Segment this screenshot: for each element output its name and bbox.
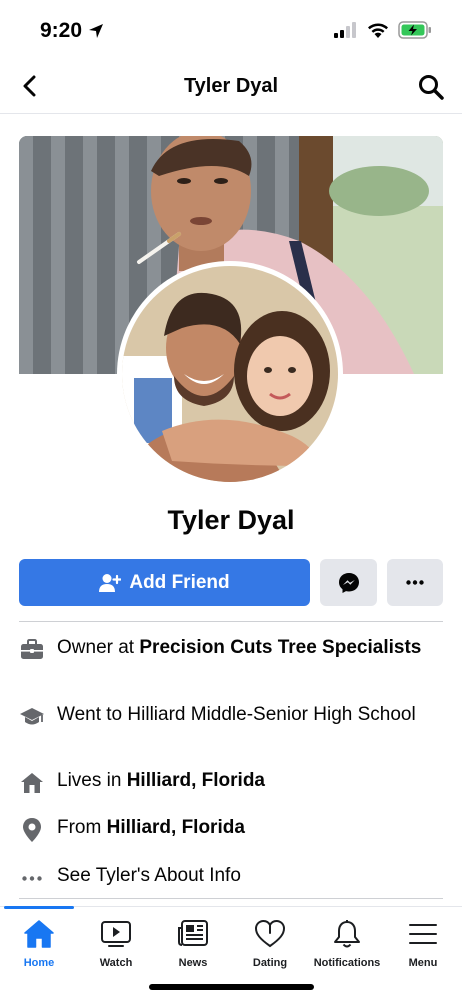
home-location-icon [19,770,45,796]
add-friend-label: Add Friend [129,571,230,593]
header-title: Tyler Dyal [183,75,279,97]
status-time: 9:20 [40,19,104,43]
tab-home-label: Home [23,957,55,969]
see-about-info-link[interactable]: See Tyler's About Info [57,864,241,888]
detail-work-text: Owner at Precision Cuts Tree Specialists [57,636,421,660]
detail-from: From Hilliard, Florida [19,816,443,843]
search-icon [419,75,444,100]
tab-menu[interactable]: Menu [384,917,462,969]
wifi-icon [368,23,388,38]
divider [19,898,443,899]
tab-dating[interactable]: Dating [231,917,309,969]
tab-menu-label: Menu [408,957,438,969]
more-horizontal-icon [406,580,424,585]
detail-from-text: From Hilliard, Florida [57,816,245,840]
profile-name: Tyler Dyal [167,505,295,535]
profile-header: Tyler Dyal [0,62,462,114]
detail-lives: Lives in Hilliard, Florida [19,769,443,796]
menu-icon [406,917,440,951]
cellular-signal-icon [334,22,356,38]
detail-about[interactable]: See Tyler's About Info [19,864,443,891]
detail-education-text[interactable]: Went to Hilliard Middle-Senior High Scho… [57,703,416,727]
search-button[interactable] [416,72,446,102]
detail-work: Owner at Precision Cuts Tree Specialists [19,636,443,663]
profile-picture[interactable] [117,261,343,487]
detail-from-prefix: From [57,817,107,838]
detail-work-prefix: Owner at [57,637,140,658]
news-icon [176,917,210,951]
hometown-link[interactable]: Hilliard, Florida [107,817,245,838]
home-icon [22,917,56,951]
status-bar: 9:20 [0,0,462,60]
more-horizontal-icon [19,865,45,891]
tab-notifications[interactable]: Notifications [308,917,386,969]
tab-dating-label: Dating [252,957,288,969]
briefcase-icon [19,637,45,663]
watch-icon [99,917,133,951]
add-person-icon [99,573,122,592]
tab-home[interactable]: Home [0,917,78,969]
detail-lives-text: Lives in Hilliard, Florida [57,769,265,793]
location-pin-icon [19,817,45,843]
status-indicators [334,21,432,39]
divider [19,621,443,622]
profile-picture-image [122,266,338,482]
location-arrow-icon [89,24,104,38]
add-friend-button[interactable]: Add Friend [19,559,310,606]
workplace-link[interactable]: Precision Cuts Tree Specialists [139,637,421,658]
tab-watch-label: Watch [99,957,133,969]
messenger-icon [338,572,359,593]
tab-news[interactable]: News [154,917,232,969]
detail-lives-prefix: Lives in [57,770,127,791]
active-tab-indicator [4,906,74,909]
tab-news-label: News [178,957,208,969]
clock-text: 9:20 [40,19,83,42]
bell-icon [330,917,364,951]
detail-education: Went to Hilliard Middle-Senior High Scho… [19,703,443,730]
current-city-link[interactable]: Hilliard, Florida [127,770,265,791]
tab-notifications-label: Notifications [313,957,381,969]
more-options-button[interactable] [387,559,443,606]
graduation-cap-icon [19,704,45,730]
tab-watch[interactable]: Watch [77,917,155,969]
home-indicator [149,984,314,990]
dating-icon [253,917,287,951]
messenger-button[interactable] [320,559,377,606]
battery-charging-icon [398,21,431,39]
